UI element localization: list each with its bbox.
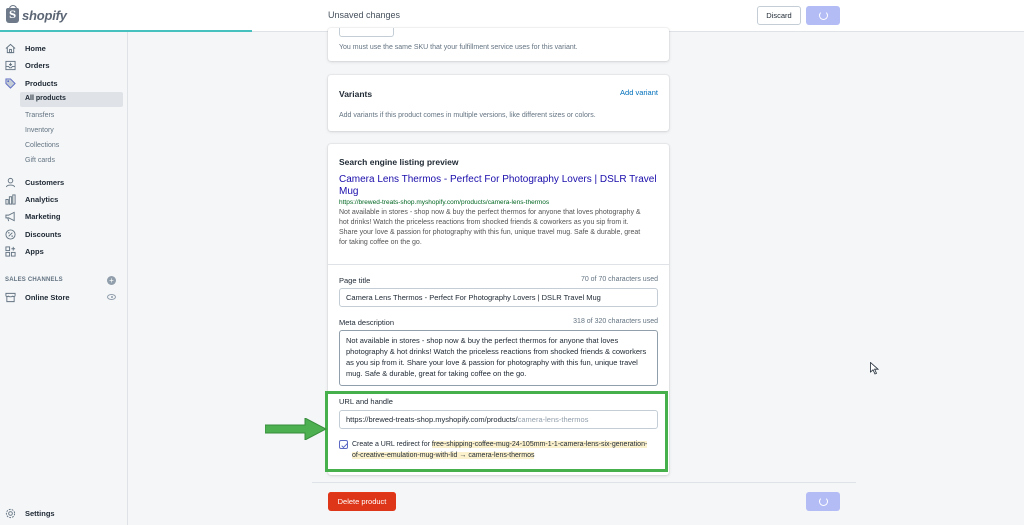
sidebar-item-label: Online Store <box>25 293 70 302</box>
sidebar-item-label: Orders <box>25 61 50 70</box>
sidebar-item-settings[interactable]: Settings <box>0 506 128 521</box>
sidebar-item-analytics[interactable]: Analytics <box>0 192 128 207</box>
sidebar-subitem-inventory[interactable]: Inventory <box>25 127 54 134</box>
sidebar-item-discounts[interactable]: Discounts <box>0 227 128 242</box>
brand-name: shopify <box>22 8 67 23</box>
save-button-bottom[interactable] <box>806 492 840 511</box>
page-title-input[interactable]: Camera Lens Thermos - Perfect For Photog… <box>339 288 658 307</box>
add-variant-link[interactable]: Add variant <box>620 88 658 97</box>
sidebar-item-label: Home <box>25 44 46 53</box>
sidebar-item-label: Discounts <box>25 230 62 239</box>
variants-card: Variants Add variant Add variants if thi… <box>328 75 669 131</box>
sidebar-item-label: Customers <box>25 178 65 187</box>
discount-icon <box>5 229 16 240</box>
footer-divider <box>312 482 856 483</box>
sku-note: You must use the same SKU that your fulf… <box>339 44 578 51</box>
highlight-annotation-box <box>325 391 668 472</box>
tag-icon <box>5 78 16 89</box>
divider <box>328 264 669 265</box>
page-status-title: Unsaved changes <box>328 10 401 20</box>
gear-icon <box>5 508 16 519</box>
shopify-bag-icon: S <box>6 5 19 23</box>
delete-product-button[interactable]: Delete product <box>328 492 396 511</box>
sidebar-item-marketing[interactable]: Marketing <box>0 209 128 224</box>
seo-preview-description: Not available in stores - shop now & buy… <box>339 209 641 246</box>
page-title-char-count: 70 of 70 characters used <box>580 276 658 283</box>
sidebar-subitem-gift-cards[interactable]: Gift cards <box>25 157 55 164</box>
sidebar-subitem-transfers[interactable]: Transfers <box>25 112 54 119</box>
home-icon <box>5 43 16 54</box>
orders-icon <box>5 60 16 71</box>
discard-button[interactable]: Discard <box>757 6 801 25</box>
variants-description: Add variants if this product comes in mu… <box>339 112 596 119</box>
sidebar-subitem-all-products[interactable]: All products <box>20 92 123 107</box>
seo-preview-url: https://brewed-treats-shop.myshopify.com… <box>339 199 550 206</box>
person-icon <box>5 177 16 188</box>
meta-description-textarea[interactable]: Not available in stores - shop now & buy… <box>339 330 658 386</box>
sidebar-item-label: Products <box>25 79 58 88</box>
annotation-arrow-icon <box>265 418 327 440</box>
apps-icon <box>5 246 16 257</box>
sidebar-item-apps[interactable]: Apps <box>0 244 128 259</box>
sidebar-item-label: Settings <box>25 509 55 518</box>
meta-description-char-count: 318 of 320 characters used <box>573 318 658 325</box>
sidebar-item-label: Apps <box>25 247 44 256</box>
meta-description-label: Meta description <box>339 318 395 327</box>
loading-spinner-icon <box>818 11 828 20</box>
sku-input-partial[interactable] <box>339 28 394 37</box>
shopify-logo[interactable]: S shopify <box>6 5 67 23</box>
sidebar-item-home[interactable]: Home <box>0 41 128 56</box>
view-store-eye-icon[interactable] <box>107 294 116 300</box>
add-sales-channel-icon[interactable]: + <box>107 276 116 285</box>
megaphone-icon <box>5 211 15 222</box>
loading-spinner-icon <box>818 497 828 506</box>
sales-channels-heading: SALES CHANNELS <box>5 277 63 283</box>
sidebar-item-label: Marketing <box>25 212 61 221</box>
page-title-label: Page title <box>339 276 371 285</box>
variants-title: Variants <box>339 89 373 99</box>
sidebar-subitem-label: All products <box>25 95 66 102</box>
sku-card: You must use the same SKU that your fulf… <box>328 28 669 61</box>
sidebar-item-orders[interactable]: Orders <box>0 58 128 73</box>
save-button-top[interactable] <box>806 6 840 25</box>
mouse-cursor-icon <box>870 362 879 375</box>
sidebar: Home Orders Products All products Transf… <box>0 32 128 525</box>
store-icon <box>5 292 16 303</box>
seo-card-title: Search engine listing preview <box>339 157 459 167</box>
seo-preview-title: Camera Lens Thermos - Perfect For Photog… <box>339 174 657 197</box>
sidebar-subitem-collections[interactable]: Collections <box>25 142 59 149</box>
sidebar-item-products[interactable]: Products <box>0 76 128 91</box>
bar-chart-icon <box>5 194 16 205</box>
sidebar-item-customers[interactable]: Customers <box>0 175 128 190</box>
sidebar-item-label: Analytics <box>25 195 59 204</box>
